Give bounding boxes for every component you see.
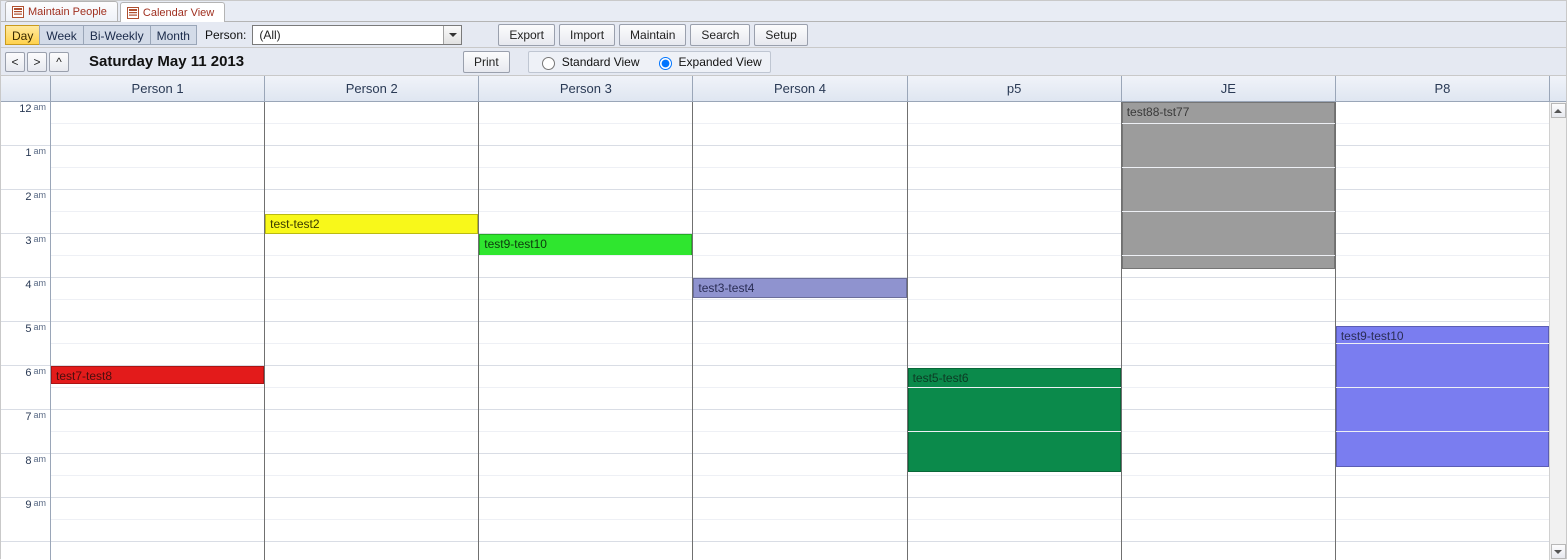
form-icon xyxy=(127,7,139,19)
calendar-body: 12am1am2am3am4am5am6am7am8am9am test7-te… xyxy=(1,102,1566,560)
calendar-header-row: Person 1Person 2Person 3Person 4p5JEP8 xyxy=(1,76,1566,102)
time-gutter: 12am1am2am3am4am5am6am7am8am9am xyxy=(1,102,51,560)
toolbar-primary: Day Week Bi-Weekly Month Person: (All) E… xyxy=(1,22,1566,48)
calendar-column[interactable]: test88-tst77 xyxy=(1122,102,1336,560)
tab-label: Maintain People xyxy=(28,6,107,18)
search-button[interactable]: Search xyxy=(690,24,750,46)
scroll-up-icon[interactable] xyxy=(1551,103,1566,118)
calendar-column[interactable]: test7-test8 xyxy=(51,102,265,560)
calendar: Person 1Person 2Person 3Person 4p5JEP8 1… xyxy=(1,76,1566,560)
calendar-event[interactable]: test9-test10 xyxy=(479,234,692,256)
column-header: JE xyxy=(1122,76,1336,101)
hour-label: 4am xyxy=(1,278,50,322)
column-header: Person 1 xyxy=(51,76,265,101)
time-gutter-header xyxy=(1,76,51,101)
hour-label: 1am xyxy=(1,146,50,190)
column-header: Person 2 xyxy=(265,76,479,101)
calendar-event[interactable]: test5-test6 xyxy=(908,368,1121,471)
calendar-event[interactable]: test-test2 xyxy=(265,214,478,234)
tab-strip: Maintain People Calendar View xyxy=(1,1,1566,22)
view-mode-standard-radio[interactable] xyxy=(542,57,555,70)
up-button[interactable]: ^ xyxy=(49,52,69,72)
import-button[interactable]: Import xyxy=(559,24,615,46)
setup-button[interactable]: Setup xyxy=(754,24,807,46)
hour-label: 12am xyxy=(1,102,50,146)
calendar-column[interactable]: test5-test6 xyxy=(908,102,1122,560)
calendar-column[interactable]: test9-test10 xyxy=(479,102,693,560)
view-mode-expanded[interactable]: Expanded View xyxy=(654,54,762,70)
hour-label: 5am xyxy=(1,322,50,366)
scroll-down-icon[interactable] xyxy=(1551,544,1566,559)
hour-label: 2am xyxy=(1,190,50,234)
person-select[interactable]: (All) xyxy=(252,25,462,45)
column-header: Person 4 xyxy=(693,76,907,101)
range-month-button[interactable]: Month xyxy=(150,25,197,45)
hour-label: 3am xyxy=(1,234,50,278)
prev-button[interactable]: < xyxy=(5,52,25,72)
column-header: Person 3 xyxy=(479,76,693,101)
calendar-column[interactable]: test-test2 xyxy=(265,102,479,560)
range-week-button[interactable]: Week xyxy=(39,25,83,45)
calendar-event[interactable]: test3-test4 xyxy=(693,278,906,298)
view-mode-standard-label: Standard View xyxy=(562,55,640,69)
range-day-button[interactable]: Day xyxy=(5,25,40,45)
toolbar-secondary: < > ^ Saturday May 11 2013 Print Standar… xyxy=(1,48,1566,76)
view-mode-group: Standard View Expanded View xyxy=(528,51,771,73)
print-button[interactable]: Print xyxy=(463,51,510,73)
column-header: p5 xyxy=(908,76,1122,101)
calendar-event[interactable]: test88-tst77 xyxy=(1122,102,1335,269)
view-mode-standard[interactable]: Standard View xyxy=(537,54,640,70)
date-title: Saturday May 11 2013 xyxy=(89,53,244,70)
next-button[interactable]: > xyxy=(27,52,47,72)
calendar-event[interactable]: test9-test10 xyxy=(1336,326,1549,467)
form-icon xyxy=(12,6,24,18)
view-mode-expanded-radio[interactable] xyxy=(659,57,672,70)
person-select-value: (All) xyxy=(259,28,280,42)
export-button[interactable]: Export xyxy=(498,24,555,46)
hour-label: 8am xyxy=(1,454,50,498)
calendar-event[interactable]: test7-test8 xyxy=(51,366,264,384)
hour-label: 7am xyxy=(1,410,50,454)
range-biweekly-button[interactable]: Bi-Weekly xyxy=(83,25,151,45)
tab-calendar-view[interactable]: Calendar View xyxy=(120,2,225,22)
chevron-down-icon[interactable] xyxy=(443,26,461,44)
view-mode-expanded-label: Expanded View xyxy=(679,55,762,69)
maintain-button[interactable]: Maintain xyxy=(619,24,686,46)
tab-maintain-people[interactable]: Maintain People xyxy=(5,1,118,21)
calendar-column[interactable]: test9-test10 xyxy=(1336,102,1549,560)
person-label: Person: xyxy=(205,28,246,42)
calendar-column[interactable]: test3-test4 xyxy=(693,102,907,560)
tab-label: Calendar View xyxy=(143,7,214,19)
column-header: P8 xyxy=(1336,76,1549,101)
vertical-scrollbar[interactable] xyxy=(1549,102,1566,560)
hour-label: 6am xyxy=(1,366,50,410)
hour-label: 9am xyxy=(1,498,50,542)
